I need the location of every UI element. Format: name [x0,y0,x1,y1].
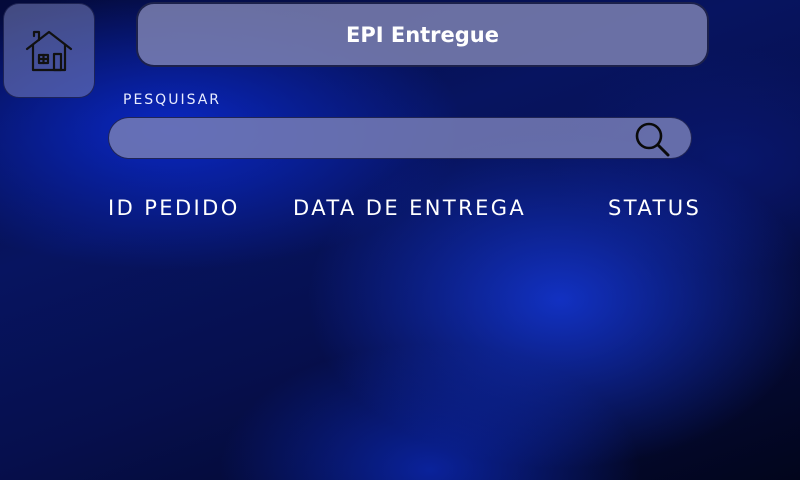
search-label: PESQUISAR [123,92,222,108]
page-title: EPI Entregue [345,22,500,47]
home-icon [25,30,73,71]
search-box [108,117,692,160]
column-header-data-de-entrega: DATA DE ENTREGA [293,196,527,220]
home-button[interactable] [3,3,95,98]
search-icon[interactable] [632,120,672,158]
search-input[interactable] [123,118,627,160]
column-header-status: STATUS [608,196,702,220]
column-header-id-pedido: ID PEDIDO [108,196,240,220]
title-bar: EPI Entregue [136,2,709,67]
